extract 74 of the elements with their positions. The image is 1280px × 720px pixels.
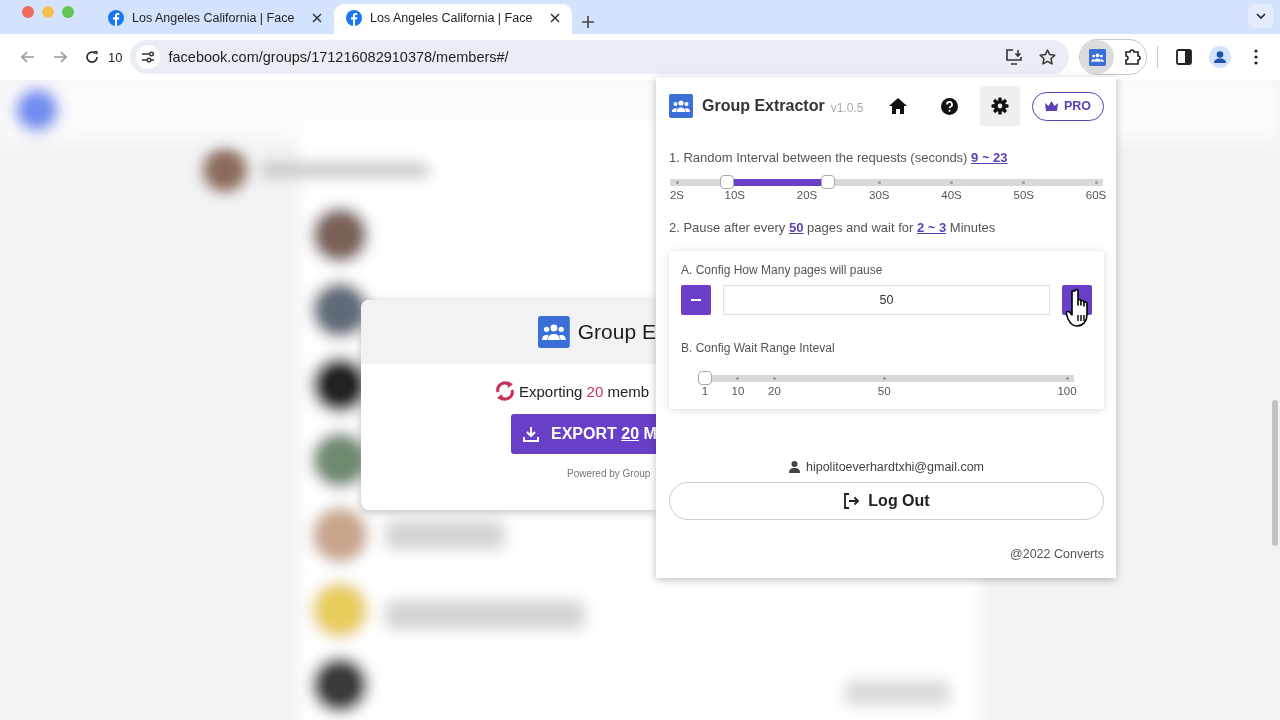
close-icon[interactable] [310,13,324,23]
tab-search-button[interactable] [1248,4,1274,28]
tick-label: 10 [731,385,745,397]
reload-count: 10 [108,49,123,65]
dialog-title: Group E [577,320,656,344]
tick-label: 20 [768,385,781,397]
tick-label: 40S [941,189,962,201]
account-email: hipolitoeverhardtxhi@gmail.com [805,460,984,474]
install-app-icon[interactable] [1005,49,1023,65]
slider-track[interactable] [670,175,1103,189]
address-bar[interactable]: facebook.com/groups/171216082910378/members#/ [130,40,1069,74]
tick-label: 50S [1013,189,1034,201]
tick-label: 100 [1057,385,1077,397]
group-logo-icon [538,316,570,348]
pause-setting-text: 2. Pause after every 50 pages and wait for 2 ~ 3 Minutes [669,219,997,237]
value-link[interactable]: 2 ~ 3 [916,220,947,235]
value-link[interactable]: 50 [788,220,804,235]
slider-thumb[interactable] [720,175,735,189]
config-label: A. Config How Many pages will pause [681,263,884,277]
extension-title: Group Extractor [702,97,825,115]
slider-thumb[interactable] [698,371,712,385]
site-icon [346,10,362,26]
tick-label: 20S [796,189,818,201]
help-icon [940,97,958,115]
scrollbar[interactable] [1272,400,1278,546]
group-logo-icon [669,94,693,118]
puzzle-icon[interactable] [1124,48,1142,66]
new-tab-icon[interactable] [582,16,594,28]
bookmark-star-icon[interactable] [1038,49,1056,65]
download-icon [523,426,539,442]
tick-label: 2S [669,189,685,201]
menu-icon[interactable] [1254,49,1258,65]
tick-label: 10S [724,189,745,201]
tick-label: 30S [869,189,890,201]
site-icon [108,10,124,26]
slider-thumb[interactable] [820,175,835,189]
value-link[interactable]: 9 ~ 23 [971,150,1008,165]
tick-label: 60S [1085,189,1107,201]
settings-icon [991,97,1009,115]
chevron-down-icon [1256,13,1266,19]
forward-arrow-icon[interactable] [53,51,67,63]
close-icon[interactable] [548,13,562,23]
pro-button[interactable]: PRO [1032,91,1104,121]
tick-label: 1 [701,385,709,397]
tab-title: Los Angeles California | Face [370,11,534,25]
home-icon [888,97,908,115]
nav-button[interactable] [980,86,1020,126]
extension-icon [1088,48,1106,66]
minus-icon [691,299,701,301]
user-icon [788,461,800,473]
side-panel-icon[interactable] [1176,49,1192,65]
crown-icon [1044,101,1058,111]
logout-icon [843,493,861,509]
profile-avatar-icon[interactable] [1209,46,1231,68]
interval-setting-text: 1. Random Interval between the requests (seconds) 9 ~ 23 [669,149,1009,167]
back-arrow-icon[interactable] [21,51,35,63]
url-text: facebook.com/groups/171216082910378/members#/ [168,49,510,65]
logout-button[interactable]: Log Out [669,482,1104,520]
config-label: B. Config Wait Range Inteval [681,341,836,355]
browser-tab[interactable]: Los Angeles California | Face [96,4,334,34]
export-button[interactable]: EXPORT 20 M [511,414,656,454]
powered-by-text: Powered by Group [566,467,652,479]
site-settings-icon[interactable] [136,45,161,69]
export-status: Exporting 20 memb [519,382,650,400]
decrement-button[interactable] [681,285,711,315]
copyright-text: @2022 Converts [1010,547,1104,561]
sync-icon [494,380,516,402]
tick-label: 50 [877,385,891,397]
version-label: v1.0.5 [830,100,864,115]
browser-tab[interactable]: Los Angeles California | Face [334,4,572,34]
slider-track[interactable] [698,371,1074,385]
pages-input[interactable]: 50 [723,285,1050,315]
tab-title: Los Angeles California | Face [132,11,296,25]
reload-icon[interactable] [85,50,99,64]
